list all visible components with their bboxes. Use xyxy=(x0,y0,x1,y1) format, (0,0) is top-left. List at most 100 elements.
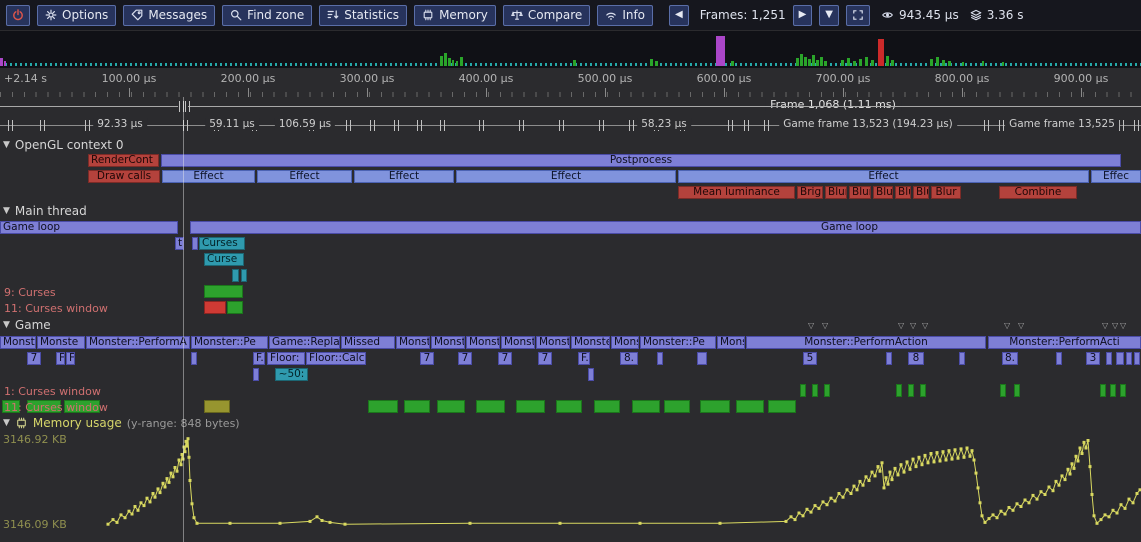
memory-usage-point[interactable] xyxy=(1048,486,1051,489)
memory-usage-point[interactable] xyxy=(874,474,877,477)
message-marker-icon[interactable]: ▽ xyxy=(922,322,928,330)
zone-bar[interactable]: Game::Replay xyxy=(269,336,340,349)
memory-usage-plot[interactable] xyxy=(0,430,1141,535)
zone-bar[interactable] xyxy=(768,400,796,413)
memory-usage-point[interactable] xyxy=(790,515,793,518)
memory-usage-point[interactable] xyxy=(172,475,175,478)
memory-usage-point[interactable] xyxy=(1096,522,1099,525)
memory-usage-point[interactable] xyxy=(1058,484,1061,487)
memory-usage-point[interactable] xyxy=(178,459,181,462)
zone-bar[interactable]: Brigh xyxy=(797,186,823,199)
zone-bar[interactable]: Monster::PerformAction xyxy=(746,336,986,349)
zone-bar[interactable]: Effect xyxy=(354,170,454,183)
memory-usage-point[interactable] xyxy=(822,500,825,503)
memory-usage-point[interactable] xyxy=(945,459,948,462)
zone-bar[interactable] xyxy=(1120,384,1126,397)
memory-usage-point[interactable] xyxy=(889,471,892,474)
zone-bar[interactable]: RenderCont xyxy=(88,154,159,167)
memory-usage-point[interactable] xyxy=(107,523,110,526)
zone-bar[interactable] xyxy=(1014,384,1020,397)
zone-bar[interactable] xyxy=(697,352,707,365)
zone-bar[interactable]: Monst xyxy=(536,336,570,349)
thread-section-header[interactable]: ▼Main thread xyxy=(3,204,87,218)
memory-usage-point[interactable] xyxy=(1128,498,1131,501)
memory-usage-point[interactable] xyxy=(984,521,987,524)
zone-bar[interactable]: ~50: xyxy=(275,368,308,381)
zone-bar[interactable] xyxy=(1110,384,1116,397)
memory-usage-point[interactable] xyxy=(879,470,882,473)
memory-usage-point[interactable] xyxy=(975,472,978,475)
memory-usage-point[interactable] xyxy=(1069,473,1072,476)
memory-usage-point[interactable] xyxy=(830,497,833,500)
memory-usage-point[interactable] xyxy=(1016,502,1019,505)
memory-usage-point[interactable] xyxy=(143,504,146,507)
memory-usage-point[interactable] xyxy=(1124,507,1127,510)
memory-usage-point[interactable] xyxy=(918,456,921,459)
message-marker-icon[interactable]: ▽ xyxy=(898,322,904,330)
memory-usage-point[interactable] xyxy=(912,458,915,461)
zone-bar[interactable] xyxy=(1100,384,1106,397)
memory-usage-line[interactable] xyxy=(108,439,1140,525)
memory-usage-point[interactable] xyxy=(279,522,282,525)
zone-bar[interactable]: Monst xyxy=(466,336,500,349)
zone-bar[interactable] xyxy=(657,352,663,365)
memory-usage-point[interactable] xyxy=(1071,462,1074,465)
zone-bar[interactable]: Blur xyxy=(895,186,911,199)
zone-bar[interactable]: Monste xyxy=(0,336,36,349)
thread-plot-label[interactable]: 1: Curses window xyxy=(4,385,101,398)
memory-usage-point[interactable] xyxy=(1075,455,1078,458)
zone-bar[interactable]: Blur xyxy=(873,186,893,199)
memory-usage-point[interactable] xyxy=(1052,489,1055,492)
zone-bar[interactable] xyxy=(959,352,965,365)
memory-usage-point[interactable] xyxy=(992,513,995,516)
memory-usage-point[interactable] xyxy=(1091,493,1094,496)
zone-bar[interactable]: Mons xyxy=(611,336,639,349)
memory-usage-point[interactable] xyxy=(186,445,189,448)
memory-usage-point[interactable] xyxy=(906,460,909,463)
zone-bar[interactable]: F xyxy=(66,352,75,365)
zone-bar[interactable]: Monst xyxy=(501,336,535,349)
memory-usage-point[interactable] xyxy=(120,513,123,516)
thread-section-header[interactable]: ▼Game xyxy=(3,318,51,332)
memory-usage-point[interactable] xyxy=(1032,494,1035,497)
memory-usage-point[interactable] xyxy=(877,465,880,468)
zone-bar[interactable]: 7 xyxy=(538,352,552,365)
memory-usage-point[interactable] xyxy=(152,492,155,495)
memory-usage-point[interactable] xyxy=(131,513,134,516)
zone-bar[interactable]: 7 xyxy=(458,352,472,365)
zone-bar[interactable] xyxy=(476,400,505,413)
zone-bar[interactable]: 5 xyxy=(803,352,817,365)
memory-usage-point[interactable] xyxy=(909,468,912,471)
memory-usage-point[interactable] xyxy=(1120,503,1123,506)
zone-bar[interactable]: Game loop xyxy=(190,221,1141,234)
memory-usage-point[interactable] xyxy=(921,463,924,466)
thread-plot-label[interactable]: 11: Curses window xyxy=(4,302,108,315)
memory-usage-point[interactable] xyxy=(951,458,954,461)
memory-usage-point[interactable] xyxy=(948,449,951,452)
zone-bar[interactable] xyxy=(632,400,660,413)
memory-usage-point[interactable] xyxy=(806,508,809,511)
memory-usage-point[interactable] xyxy=(818,507,821,510)
zone-bar[interactable]: Floor::Calc xyxy=(306,352,366,365)
memory-usage-point[interactable] xyxy=(188,456,191,459)
zone-bar[interactable]: Mean luminance xyxy=(678,186,795,199)
memory-usage-point[interactable] xyxy=(933,460,936,463)
memory-usage-point[interactable] xyxy=(137,509,140,512)
memory-usage-point[interactable] xyxy=(1077,460,1080,463)
memory-usage-point[interactable] xyxy=(170,472,173,475)
message-marker-icon[interactable]: ▽ xyxy=(822,322,828,330)
zone-bar[interactable]: Combine xyxy=(999,186,1077,199)
memory-usage-point[interactable] xyxy=(810,511,813,514)
memory-usage-point[interactable] xyxy=(969,455,972,458)
memory-usage-point[interactable] xyxy=(954,448,957,451)
zone-bar[interactable]: Monst xyxy=(396,336,430,349)
memory-usage-point[interactable] xyxy=(802,514,805,517)
memory-usage-point[interactable] xyxy=(814,504,817,507)
memory-usage-point[interactable] xyxy=(1061,474,1064,477)
memory-usage-point[interactable] xyxy=(1079,447,1082,450)
zone-bar[interactable] xyxy=(1134,352,1140,365)
memory-usage-point[interactable] xyxy=(1116,512,1119,515)
memory-usage-point[interactable] xyxy=(856,488,859,491)
memory-usage-point[interactable] xyxy=(157,487,160,490)
memory-usage-point[interactable] xyxy=(1136,492,1139,495)
